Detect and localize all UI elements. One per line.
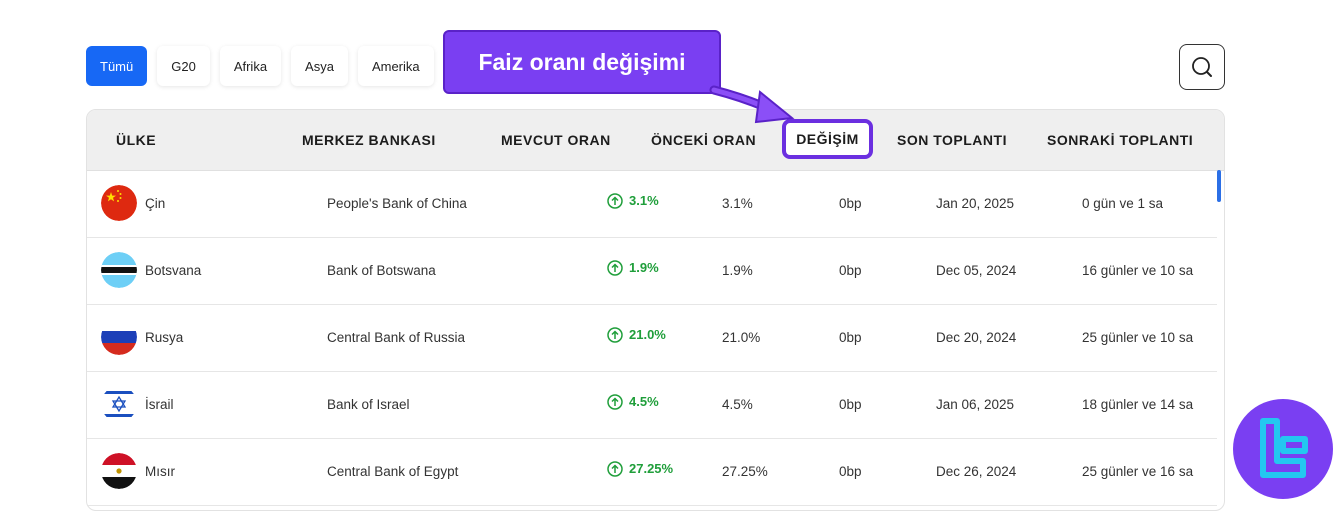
current-rate: 27.25% xyxy=(607,438,673,505)
tab-america[interactable]: Amerika xyxy=(357,46,434,86)
tab-asia[interactable]: Asya xyxy=(291,46,348,86)
search-icon xyxy=(1192,57,1212,77)
table-row[interactable]: Rusya Central Bank of Russia 21.0% 21.0%… xyxy=(87,304,1217,372)
table-row[interactable]: Botsvana Bank of Botswana 1.9% 1.9% 0bp … xyxy=(87,237,1217,305)
current-rate: 1.9% xyxy=(607,237,659,304)
tab-all[interactable]: Tümü xyxy=(86,46,148,86)
rate-change: 0bp xyxy=(839,263,862,278)
current-rate: 21.0% xyxy=(607,304,666,371)
next-meeting: 0 gün ve 1 sa xyxy=(1082,196,1164,211)
country-name: Mısır xyxy=(145,464,175,479)
rate-change: 0bp xyxy=(839,397,862,412)
bank-name: Central Bank of Russia xyxy=(327,330,466,345)
current-rate: 4.5% xyxy=(607,371,659,438)
previous-rate: 27.25% xyxy=(722,464,768,479)
last-meeting: Dec 26, 2024 xyxy=(936,464,1017,479)
country-name: İsrail xyxy=(145,397,174,412)
next-meeting: 25 günler ve 10 sa xyxy=(1082,330,1194,345)
arrow-up-circle-icon xyxy=(607,460,623,477)
header-last-meeting[interactable]: SON TOPLANTI xyxy=(897,110,1007,170)
country-name: Rusya xyxy=(145,330,184,345)
country-name: Çin xyxy=(145,196,166,211)
arrow-up-circle-icon xyxy=(607,259,623,276)
arrow-up-circle-icon xyxy=(607,393,623,410)
previous-rate: 1.9% xyxy=(722,263,753,278)
annotation-callout: Faiz oranı değişimi xyxy=(443,30,721,94)
arrow-up-circle-icon xyxy=(607,192,623,209)
table-row[interactable]: Mısır Central Bank of Egypt 27.25% 27.25… xyxy=(87,438,1217,506)
current-rate-value: 1.9% xyxy=(629,260,659,275)
tab-g20[interactable]: G20 xyxy=(157,46,210,86)
header-current-rate[interactable]: MEVCUT ORAN xyxy=(501,110,611,170)
russia-flag-icon xyxy=(101,319,137,355)
china-flag-icon xyxy=(101,185,137,221)
bank-name: Bank of Israel xyxy=(327,397,410,412)
table-scrollbar[interactable] xyxy=(1217,170,1221,202)
brand-logo-icon xyxy=(1260,418,1308,478)
region-tabs: Tümü G20 Afrika Asya Amerika xyxy=(86,46,434,86)
last-meeting: Jan 20, 2025 xyxy=(936,196,1015,211)
arrow-up-circle-icon xyxy=(607,326,623,343)
previous-rate: 4.5% xyxy=(722,397,753,412)
last-meeting: Dec 05, 2024 xyxy=(936,263,1017,278)
bank-name: Central Bank of Egypt xyxy=(327,464,459,479)
interest-rates-table: ÜLKE MERKEZ BANKASI MEVCUT ORAN ÖNCEKİ O… xyxy=(86,109,1225,511)
rate-change: 0bp xyxy=(839,464,862,479)
bank-name: People's Bank of China xyxy=(327,196,467,211)
last-meeting: Jan 06, 2025 xyxy=(936,397,1015,412)
current-rate-value: 27.25% xyxy=(629,461,674,476)
current-rate: 3.1% xyxy=(607,170,659,237)
current-rate-value: 21.0% xyxy=(629,327,666,342)
rate-change: 0bp xyxy=(839,330,862,345)
bank-name: Bank of Botswana xyxy=(327,263,436,278)
header-bank[interactable]: MERKEZ BANKASI xyxy=(302,110,436,170)
current-rate-value: 3.1% xyxy=(629,193,659,208)
next-meeting: 25 günler ve 16 sa xyxy=(1082,464,1194,479)
brand-logo xyxy=(1233,399,1333,499)
table-row[interactable]: Çin People's Bank of China 3.1% 3.1% 0bp… xyxy=(87,170,1217,238)
country-name: Botsvana xyxy=(145,263,202,278)
egypt-flag-icon xyxy=(101,453,137,489)
tab-africa[interactable]: Afrika xyxy=(219,46,282,86)
search-button[interactable] xyxy=(1179,44,1225,90)
next-meeting: 16 günler ve 10 sa xyxy=(1082,263,1194,278)
header-country[interactable]: ÜLKE xyxy=(116,110,156,170)
table-row[interactable]: İsrail Bank of Israel 4.5% 4.5% 0bp Jan … xyxy=(87,371,1217,439)
rate-change: 0bp xyxy=(839,196,862,211)
botswana-flag-icon xyxy=(101,252,137,288)
table-header: ÜLKE MERKEZ BANKASI MEVCUT ORAN ÖNCEKİ O… xyxy=(87,110,1224,171)
last-meeting: Dec 20, 2024 xyxy=(936,330,1017,345)
israel-flag-icon xyxy=(101,386,137,422)
header-next-meeting[interactable]: SONRAKİ TOPLANTI xyxy=(1047,110,1193,170)
callout-arrow-icon xyxy=(709,85,795,124)
current-rate-value: 4.5% xyxy=(629,394,659,409)
next-meeting: 18 günler ve 14 sa xyxy=(1082,397,1194,412)
previous-rate: 21.0% xyxy=(722,330,761,345)
previous-rate: 3.1% xyxy=(722,196,753,211)
